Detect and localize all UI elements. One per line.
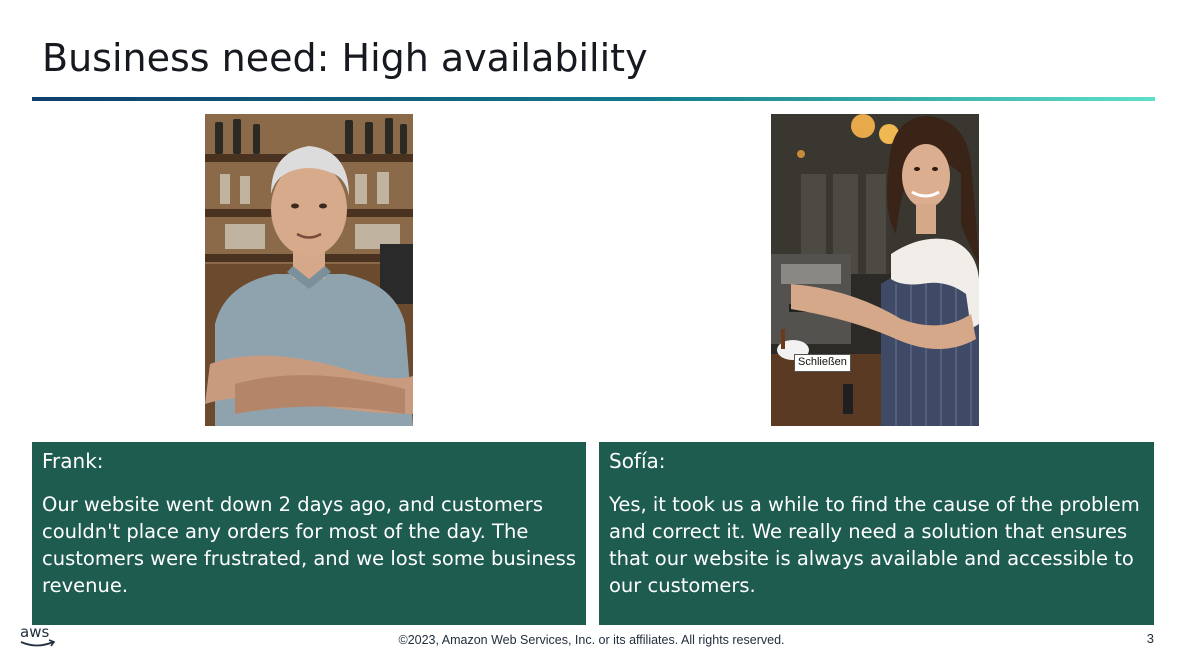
speaker-name: Sofía: <box>609 449 666 473</box>
sofia-photo <box>771 114 979 426</box>
quote-text: Our website went down 2 days ago, and cu… <box>42 493 576 597</box>
close-tooltip: Schließen <box>794 354 851 372</box>
slide-title: Business need: High availability <box>42 36 648 80</box>
quote-text: Yes, it took us a while to find the caus… <box>609 493 1140 597</box>
sofia-quote-box: Sofía: Yes, it took us a while to find t… <box>599 442 1154 625</box>
title-divider <box>32 97 1155 101</box>
frank-quote-box: Frank: Our website went down 2 days ago,… <box>32 442 586 625</box>
page-number: 3 <box>1146 631 1154 646</box>
copyright-text: ©2023, Amazon Web Services, Inc. or its … <box>398 633 785 647</box>
speaker-name: Frank: <box>42 449 104 473</box>
frank-photo <box>205 114 413 426</box>
